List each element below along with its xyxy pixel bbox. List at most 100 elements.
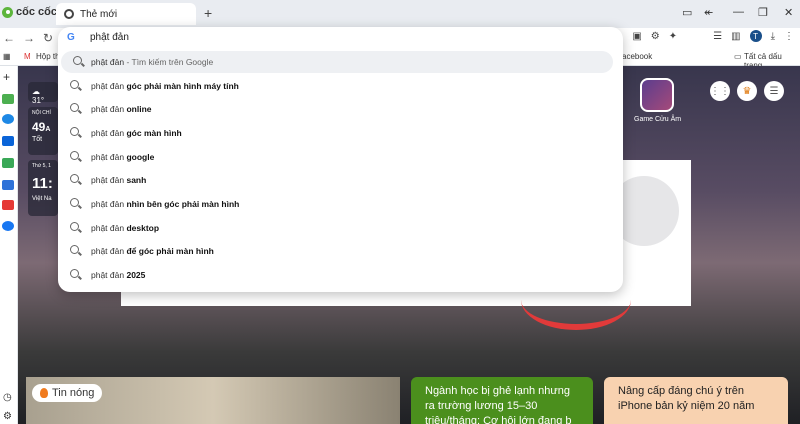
zalo-icon[interactable] <box>2 136 14 146</box>
suggestion-completion: google <box>126 152 155 162</box>
back-history-icon[interactable]: ↞ <box>704 6 713 19</box>
forward-button[interactable]: → <box>23 31 35 45</box>
close-button[interactable]: ✕ <box>784 6 793 19</box>
ai-icon[interactable] <box>2 94 14 104</box>
clock-date: Thứ 5, 1 <box>32 163 51 169</box>
suggestion-completion: online <box>126 104 152 114</box>
puzzle-icon[interactable]: ✦ <box>669 31 677 42</box>
news-card-education[interactable]: Ngành học bị ghẻ lạnh nhưng ra trường lư… <box>411 377 593 424</box>
folder-icon: ▭ <box>734 52 742 61</box>
hot-news-label: Tin nóng <box>52 387 95 399</box>
omnibox-input-row[interactable]: G phật đản <box>58 27 623 49</box>
suggestion-item[interactable]: phật đản nhìn bên góc phải màn hình <box>58 193 623 215</box>
game-label[interactable]: Game Cửu Âm <box>634 116 681 123</box>
suggestion-completion: desktop <box>126 223 160 233</box>
maximize-button[interactable]: ❐ <box>758 6 768 19</box>
clock-lang: Việt Na <box>32 196 52 202</box>
suggestion-prefix: phật đản <box>91 81 125 91</box>
back-button[interactable]: ← <box>3 31 15 45</box>
search-icon <box>70 245 79 254</box>
news-card-iphone-title: Nâng cấp đáng chú ý trên iPhone bản kỷ n… <box>618 385 755 412</box>
aqi-suffix: A <box>45 126 51 133</box>
crown-icon[interactable]: ♛ <box>737 81 757 101</box>
translate-icon[interactable] <box>2 180 14 190</box>
suggestion-item[interactable]: phật đản 2025 <box>58 264 623 286</box>
suggestion-item[interactable]: phật đản online <box>58 98 623 120</box>
cast-icon[interactable]: ▭ <box>682 6 692 19</box>
suggestion-completion: sanh <box>126 175 147 185</box>
bookmark-gmail[interactable]: Hộp th <box>36 52 60 61</box>
search-icon <box>70 103 79 112</box>
game-controller-icon[interactable] <box>2 158 14 168</box>
browser-logo[interactable]: cốc cốc <box>2 6 57 18</box>
suggestion-item[interactable]: phật đản sanh <box>58 169 623 191</box>
new-tab-button[interactable]: + <box>204 5 212 21</box>
suggestion-query: phật đản <box>91 57 125 67</box>
suggestion-item[interactable]: phật đản google <box>58 146 623 168</box>
suggestion-item[interactable]: phật đản desktop <box>58 217 623 239</box>
messenger-icon[interactable] <box>2 114 14 124</box>
search-icon <box>73 56 82 65</box>
search-icon <box>70 127 79 136</box>
apps-grid-icon[interactable]: ▦ <box>3 52 11 61</box>
google-icon: G <box>67 32 75 43</box>
youtube-icon[interactable] <box>2 200 14 210</box>
facebook-icon[interactable] <box>2 221 14 231</box>
clock-time: 11: <box>32 175 53 192</box>
search-icon <box>70 222 79 231</box>
suggestion-prefix: phật đản <box>91 152 125 162</box>
menu-icon[interactable]: ⋮ <box>784 31 794 42</box>
bookmark-facebook[interactable]: acebook <box>622 52 652 61</box>
suggestion-completion: góc phải màn hình máy tính <box>126 81 239 91</box>
suggestion-prefix: phật đản <box>91 246 125 256</box>
reading-list-icon[interactable]: ☰ <box>713 31 722 42</box>
customize-icon[interactable]: ☰ <box>764 81 784 101</box>
search-icon <box>70 269 79 278</box>
suggestion-prefix: phật đản <box>91 223 125 233</box>
gmail-icon: M <box>24 52 31 61</box>
toolbar-right-icons: ▣ ⚙ ✦ ☰ ▥ T ⤓ ⋮ <box>632 30 794 42</box>
suggestion-prefix: phật đản <box>91 199 125 209</box>
weather-widget[interactable]: ☁ 31° <box>28 82 58 105</box>
omnibox-dropdown: G phật đản phật đản - Tìm kiếm trên Goog… <box>58 27 623 292</box>
download-icon[interactable]: ⤓ <box>771 31 775 42</box>
suggestion-hint: - Tìm kiếm trên Google <box>126 57 214 67</box>
aqi-widget[interactable]: NỘI CHÍ 49A Tốt <box>28 107 58 155</box>
suggestion-item[interactable]: phật đản để góc phải màn hình <box>58 240 623 262</box>
search-icon <box>70 151 79 160</box>
history-icon[interactable]: ◷ <box>3 392 12 403</box>
suggestion-completion: góc màn hình <box>126 128 182 138</box>
weather-icon: ☁ <box>32 87 40 96</box>
game-tile-icon[interactable] <box>640 78 674 112</box>
logo-text: cốc cốc <box>16 6 57 18</box>
profile-avatar[interactable]: T <box>749 30 762 42</box>
settings-gear-icon[interactable]: ⚙ <box>651 31 660 42</box>
add-sidebar-icon[interactable]: + <box>3 70 10 84</box>
sidebar-icon[interactable]: ▥ <box>731 31 740 42</box>
apps-menu-icon[interactable]: ⋮⋮ <box>710 81 730 101</box>
omnibox-input[interactable]: phật đản <box>90 32 129 43</box>
clock-widget[interactable]: Thứ 5, 1 11: Việt Na <box>28 160 58 216</box>
suggestion-completion: 2025 <box>126 270 146 280</box>
hot-news-badge[interactable]: Tin nóng <box>32 384 103 402</box>
tab-title: Thẻ mới <box>80 8 118 20</box>
settings-icon[interactable]: ⚙ <box>3 411 12 422</box>
flame-icon <box>40 388 48 398</box>
tab-new-tab[interactable]: Thẻ mới <box>56 3 196 25</box>
suggestion-item[interactable]: phật đản góc phải màn hình máy tính <box>58 75 623 97</box>
reload-button[interactable]: ↻ <box>43 31 53 45</box>
suggestion-prefix: phật đản <box>91 128 125 138</box>
aqi-label: Tốt <box>32 136 43 143</box>
suggestion-search-google[interactable]: phật đản - Tìm kiếm trên Google <box>61 51 613 73</box>
aqi-location: NỘI CHÍ <box>32 110 51 116</box>
extension-icon[interactable]: ▣ <box>632 31 641 42</box>
suggestion-completion: để góc phải màn hình <box>126 246 214 256</box>
search-icon <box>70 80 79 89</box>
suggestion-item[interactable]: phật đản góc màn hình <box>58 122 623 144</box>
aqi-value: 49 <box>32 120 46 134</box>
search-icon <box>70 198 79 207</box>
suggestion-prefix: phật đản <box>91 270 125 280</box>
news-card-iphone[interactable]: Nâng cấp đáng chú ý trên iPhone bản kỷ n… <box>604 377 788 424</box>
minimize-button[interactable]: — <box>733 6 744 18</box>
coccoc-logo-icon <box>2 6 13 18</box>
